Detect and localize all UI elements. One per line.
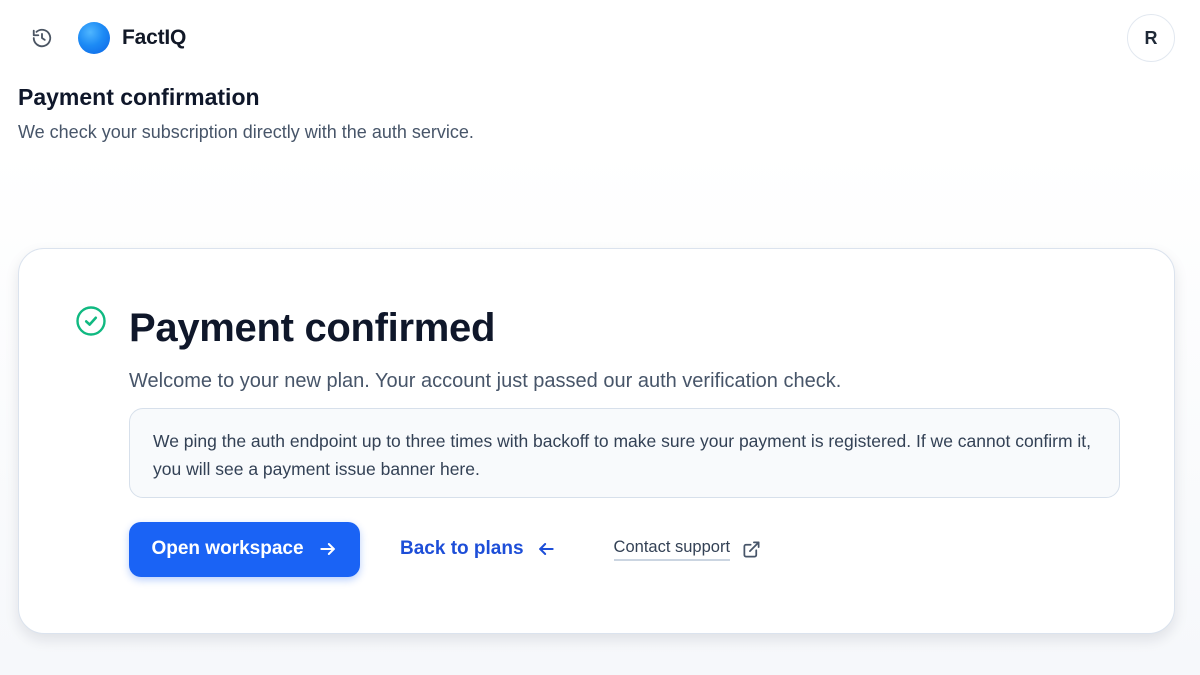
- history-button[interactable]: [28, 24, 56, 52]
- status-subtitle: Welcome to your new plan. Your account j…: [129, 370, 842, 392]
- open-workspace-label: Open workspace: [151, 538, 304, 559]
- external-link-icon: [743, 541, 760, 557]
- back-to-plans-label: Back to plans: [400, 538, 524, 559]
- page-title: Payment confirmation: [18, 84, 260, 110]
- open-workspace-button[interactable]: Open workspace: [129, 521, 360, 577]
- page-subtitle: We check your subscription directly with…: [18, 122, 474, 142]
- arrow-right-icon: [319, 543, 335, 555]
- status-title: Payment confirmed: [129, 306, 496, 350]
- history-icon: [32, 28, 52, 48]
- contact-support-label: Contact support: [613, 538, 731, 561]
- contact-support-link[interactable]: Contact support: [613, 538, 761, 561]
- avatar[interactable]: R: [1127, 14, 1175, 62]
- verification-info-text: We ping the auth endpoint up to three ti…: [153, 431, 1092, 479]
- brand-logo: [78, 22, 110, 54]
- brand[interactable]: FactIQ: [78, 22, 186, 54]
- payment-status-card: Payment confirmed Welcome to your new pl…: [18, 248, 1175, 634]
- arrow-left-icon: [538, 543, 554, 555]
- back-to-plans-link[interactable]: Back to plans: [400, 538, 556, 560]
- action-row: Open workspace Back to plans Contact sup…: [129, 521, 761, 577]
- brand-name: FactIQ: [122, 26, 187, 49]
- check-circle-icon: [76, 306, 106, 336]
- verification-info-box: We ping the auth endpoint up to three ti…: [129, 408, 1120, 498]
- top-bar: FactIQ R: [0, 0, 1200, 76]
